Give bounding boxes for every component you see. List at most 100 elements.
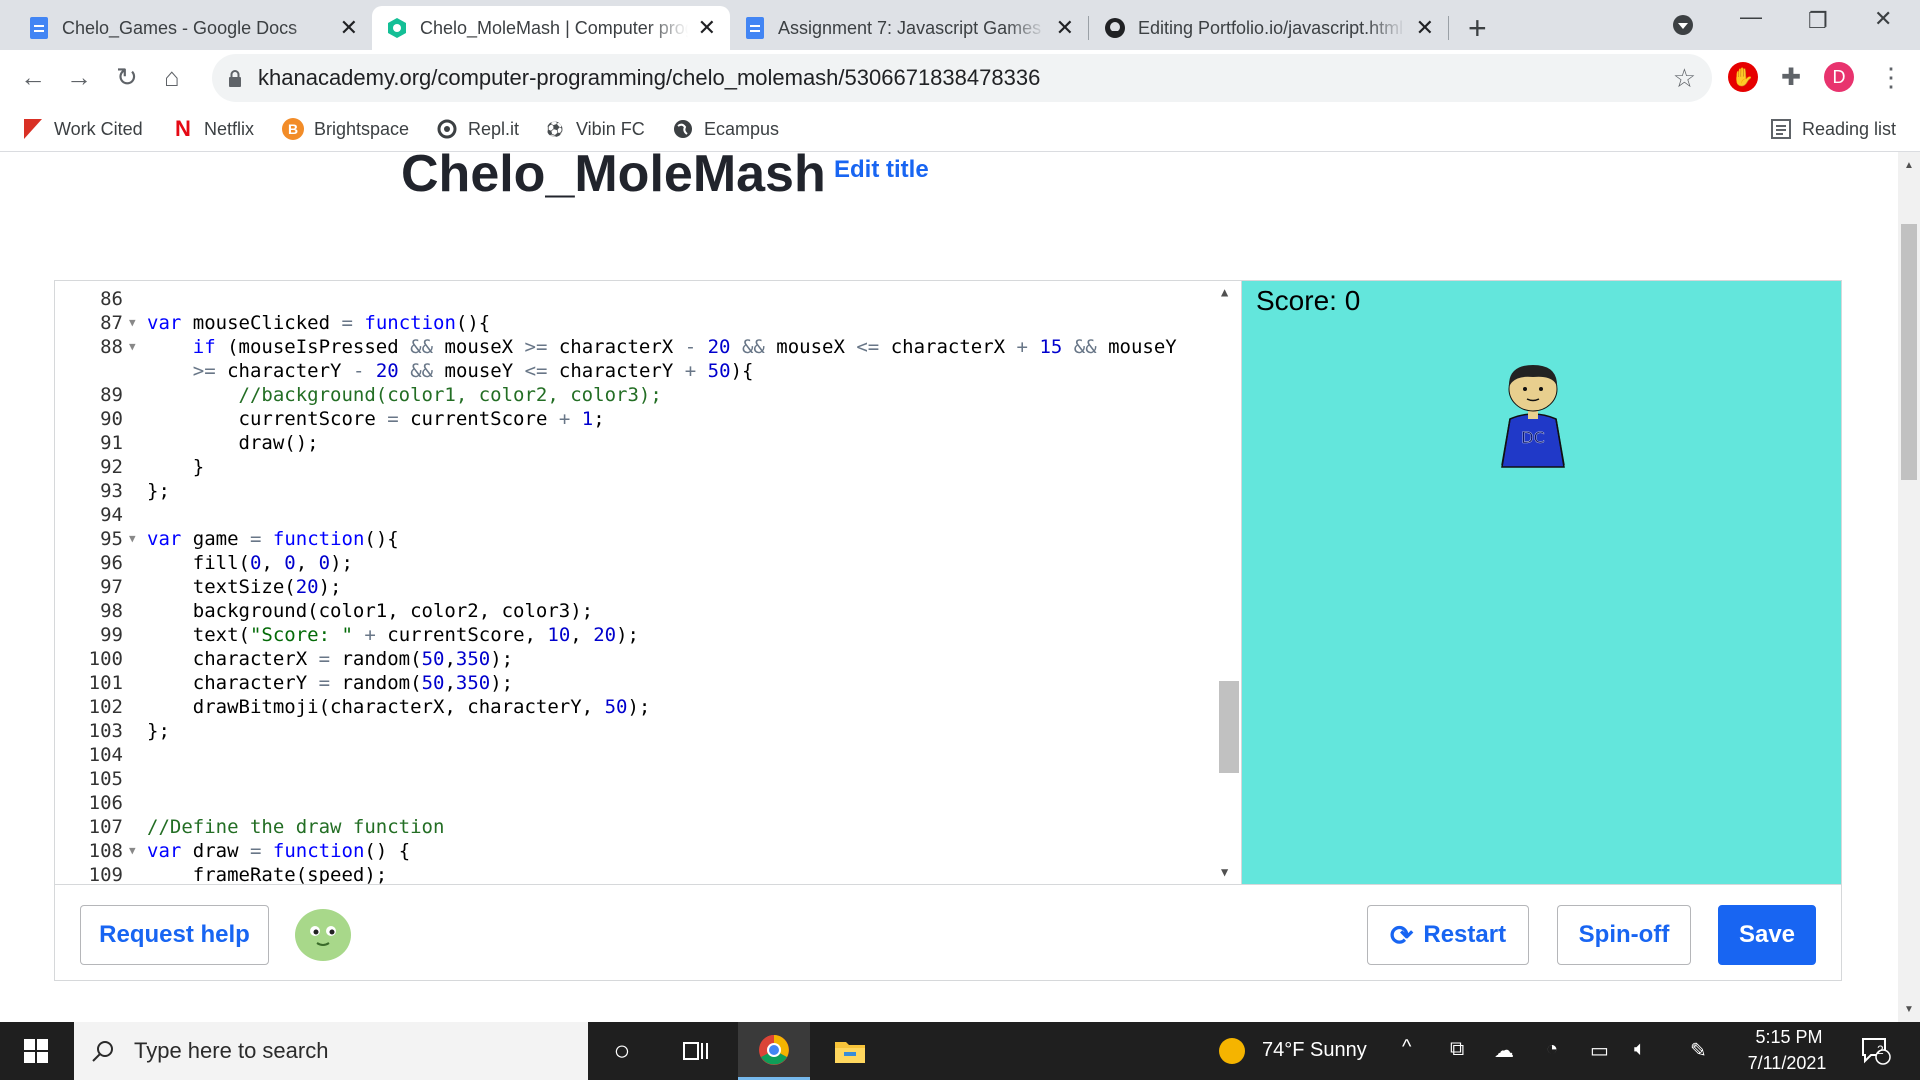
code-line[interactable]: } — [147, 455, 204, 479]
code-line[interactable]: textSize(20); — [147, 575, 342, 599]
reload-icon[interactable]: ↻ — [116, 62, 138, 93]
volume-icon[interactable]: 🔈︎ — [1634, 1038, 1646, 1061]
close-tab-icon[interactable]: ✕ — [1416, 15, 1434, 41]
code-line[interactable]: var draw = function() { — [147, 839, 410, 863]
code-line[interactable]: currentScore = currentScore + 1; — [147, 407, 605, 431]
tab-assignment[interactable]: Assignment 7: Javascript Games ✕ — [730, 6, 1088, 50]
request-help-button[interactable]: Request help — [80, 905, 269, 965]
back-arrow-icon[interactable]: ← — [20, 62, 46, 93]
bookmark-replit[interactable]: Repl.it — [436, 114, 519, 144]
fold-arrow-icon[interactable]: ▼ — [129, 527, 136, 551]
windows-taskbar: Type here to search ○ 74°F Sunny ^ ⧉ ☁ ◔… — [0, 1022, 1920, 1080]
code-line[interactable]: text("Score: " + currentScore, 10, 20); — [147, 623, 639, 647]
bookmark-brightspace[interactable]: B Brightspace — [282, 114, 409, 144]
windows-start-icon[interactable] — [0, 1022, 72, 1080]
save-button[interactable]: Save — [1718, 905, 1816, 965]
code-line[interactable]: background(color1, color2, color3); — [147, 599, 593, 623]
code-line[interactable]: >= characterY - 20 && mouseY <= characte… — [147, 359, 754, 383]
battery-icon[interactable]: ▭ — [1590, 1038, 1609, 1063]
clock-time[interactable]: 5:15 PM — [1752, 1027, 1826, 1048]
code-line[interactable]: var mouseClicked = function(){ — [147, 311, 490, 335]
code-line[interactable]: drawBitmoji(characterX, characterY, 50); — [147, 695, 651, 719]
bookmark-ecampus[interactable]: Ecampus — [672, 114, 779, 144]
code-line[interactable]: fill(0, 0, 0); — [147, 551, 353, 575]
show-hidden-icons-chevron-icon[interactable]: ^ — [1402, 1036, 1411, 1059]
close-window-icon[interactable]: ✕ — [1874, 6, 1892, 32]
line-number: 108 — [88, 840, 123, 862]
task-view-icon[interactable] — [664, 1022, 728, 1080]
lock-icon[interactable] — [228, 70, 242, 87]
clock-date[interactable]: 7/11/2021 — [1742, 1053, 1832, 1074]
wifi-icon[interactable]: ◔ — [1546, 1038, 1558, 1061]
code-line[interactable]: frameRate(speed); — [147, 863, 387, 884]
restore-icon[interactable]: ❐ — [1808, 8, 1828, 34]
spin-off-button[interactable]: Spin-off — [1557, 905, 1691, 965]
editor-scrollbar[interactable]: ▲ ▼ — [1213, 281, 1241, 884]
brightspace-icon: B — [282, 118, 304, 140]
onedrive-cloud-icon[interactable]: ☁ — [1494, 1038, 1514, 1063]
browser-menu-icon[interactable]: ⋮ — [1878, 62, 1904, 93]
line-number: 102 — [88, 696, 123, 718]
scroll-up-arrow-icon[interactable]: ▲ — [1221, 285, 1228, 299]
weather-text[interactable]: 74°F Sunny — [1262, 1039, 1367, 1062]
tab-github[interactable]: Editing Portfolio.io/javascript.html ✕ — [1090, 6, 1448, 50]
extensions-puzzle-icon[interactable]: ✚ — [1776, 62, 1806, 92]
minimize-icon[interactable]: — — [1740, 4, 1762, 30]
program-output-canvas[interactable]: Score: 0 DC — [1241, 281, 1841, 884]
new-tab-plus-icon[interactable]: + — [1468, 10, 1487, 47]
line-number: 99 — [100, 624, 123, 646]
code-editor[interactable]: 86 87 ▼ 88 ▼ 89 90 91 92 93 94 95 ▼ 96 97 98 99 100 101 102… — [55, 281, 1242, 884]
code-line[interactable]: characterX = random(50,350); — [147, 647, 513, 671]
file-explorer-icon[interactable] — [818, 1022, 882, 1080]
chrome-taskbar-icon[interactable] — [738, 1022, 810, 1080]
bookmark-work-cited[interactable]: Work Cited — [22, 114, 143, 144]
fold-arrow-icon[interactable]: ▼ — [129, 335, 136, 359]
taskbar-search-box[interactable]: Type here to search — [74, 1022, 588, 1080]
code-line[interactable]: draw(); — [147, 431, 319, 455]
restart-button[interactable]: ⟳ Restart — [1367, 905, 1529, 965]
tab-search-icon[interactable] — [1672, 14, 1694, 42]
fold-arrow-icon[interactable]: ▼ — [129, 839, 136, 863]
forward-arrow-icon[interactable]: → — [66, 62, 92, 93]
cortana-icon[interactable]: ○ — [590, 1022, 654, 1080]
line-number: 90 — [100, 408, 123, 430]
fold-arrow-icon[interactable]: ▼ — [129, 311, 136, 335]
code-line[interactable]: var game = function(){ — [147, 527, 399, 551]
close-tab-icon[interactable]: ✕ — [1056, 15, 1074, 41]
tab-google-docs[interactable]: Chelo_Games - Google Docs ✕ — [14, 6, 372, 50]
close-tab-icon[interactable]: ✕ — [698, 15, 716, 41]
address-bar[interactable]: khanacademy.org/computer-programming/che… — [212, 54, 1712, 102]
scroll-down-arrow-icon[interactable]: ▼ — [1904, 1004, 1914, 1015]
code-line[interactable]: }; — [147, 479, 170, 503]
pen-workspace-icon[interactable]: ✎ — [1690, 1038, 1707, 1063]
page-scrollbar[interactable]: ▲ ▼ — [1898, 152, 1920, 1022]
weather-sun-icon[interactable] — [1212, 1022, 1252, 1080]
tab-khan-academy[interactable]: Chelo_MoleMash | Computer programming ✕ — [372, 6, 730, 50]
code-line[interactable]: //background(color1, color2, color3); — [147, 383, 662, 407]
khan-academy-icon — [386, 17, 408, 39]
bitmoji-character[interactable]: DC — [1500, 357, 1566, 469]
code-line[interactable]: }; — [147, 719, 170, 743]
adblock-extension-icon[interactable]: ✋ — [1728, 62, 1758, 92]
home-icon[interactable]: ⌂ — [164, 62, 180, 93]
tab-title: Editing Portfolio.io/javascript.html — [1138, 17, 1404, 38]
code-line[interactable]: if (mouseIsPressed && mouseX >= characte… — [147, 335, 1177, 359]
edit-title-link[interactable]: Edit title — [834, 156, 929, 184]
bookmark-netflix[interactable]: N Netflix — [172, 114, 254, 144]
code-line[interactable]: //Define the draw function — [147, 815, 444, 839]
editor-scrollbar-thumb[interactable] — [1219, 681, 1239, 773]
reading-list-button[interactable]: Reading list — [1770, 114, 1896, 144]
page-scrollbar-thumb[interactable] — [1901, 224, 1917, 480]
notifications-icon[interactable]: 2 — [1850, 1022, 1902, 1080]
bookmark-star-icon[interactable]: ☆ — [1673, 63, 1696, 94]
meet-now-icon[interactable]: ⧉ — [1450, 1038, 1464, 1061]
page-content: Chelo_MoleMash Edit title 86 87 ▼ 88 ▼ 89 90 91… — [0, 152, 1898, 1022]
profile-avatar[interactable]: D — [1824, 62, 1854, 92]
avatar[interactable] — [295, 909, 351, 961]
tab-separator — [1448, 16, 1449, 40]
code-line[interactable]: characterY = random(50,350); — [147, 671, 513, 695]
scroll-up-arrow-icon[interactable]: ▲ — [1904, 160, 1914, 171]
close-tab-icon[interactable]: ✕ — [340, 15, 358, 41]
bookmark-vibin-fc[interactable]: ⚽ Vibin FC — [544, 114, 644, 144]
scroll-down-arrow-icon[interactable]: ▼ — [1221, 865, 1228, 879]
